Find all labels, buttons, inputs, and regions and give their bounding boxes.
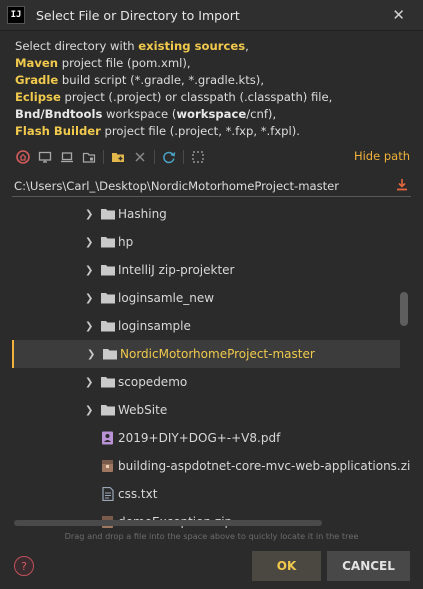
chevron-right-icon[interactable]: ❯: [85, 321, 95, 332]
tree-item-label: 2019+DIY+DOG+-+V8.pdf: [118, 431, 281, 445]
folder-icon: [102, 347, 118, 361]
tree-folder-row[interactable]: ❯ WebSite: [12, 396, 398, 424]
hide-path-link[interactable]: Hide path: [354, 149, 410, 163]
tree-item-label: css.txt: [118, 487, 158, 501]
description-line: Bnd/Bndtools workspace (workspace/cnf),: [15, 106, 415, 123]
description-line: Eclipse project (.project) or classpath …: [15, 89, 415, 106]
refresh-icon[interactable]: [158, 146, 180, 168]
tree-file-row[interactable]: css.txt: [12, 480, 398, 508]
intellij-app-icon: IJ: [7, 6, 25, 24]
folder-icon: [100, 319, 116, 333]
tree-folder-row[interactable]: ❯ Hashing: [12, 200, 398, 228]
tree-item-label: scopedemo: [118, 375, 188, 389]
tree-folder-row[interactable]: ❯ loginsample: [12, 312, 398, 340]
description-text: Select directory with: [15, 39, 139, 53]
cancel-button[interactable]: CANCEL: [327, 551, 410, 581]
folder-icon: [100, 403, 116, 417]
chevron-right-icon[interactable]: ❯: [85, 237, 95, 248]
folder-icon: [100, 263, 116, 277]
home-icon[interactable]: [12, 146, 34, 168]
description: Select directory with existing sources, M…: [15, 38, 415, 140]
pdf-file-icon: [100, 431, 116, 445]
chevron-right-icon[interactable]: ❯: [85, 265, 95, 276]
chevron-right-icon[interactable]: ❯: [85, 377, 95, 388]
project-icon[interactable]: [56, 146, 78, 168]
txt-file-icon: [100, 486, 116, 502]
description-text: existing sources: [138, 39, 246, 53]
description-text: Bnd/Bndtools: [15, 107, 103, 121]
description-text: /cnf),: [246, 107, 277, 121]
module-icon[interactable]: [78, 146, 100, 168]
toolbar-separator: [103, 150, 104, 164]
tree-folder-row[interactable]: ❯ NordicMotorhomeProject-master: [12, 340, 400, 368]
title-bar: IJ Select File or Directory to Import ✕: [0, 0, 423, 31]
toolbar-separator: [183, 150, 184, 164]
tree-item-label: loginsamle_new: [118, 291, 215, 305]
description-text: ,: [245, 39, 249, 53]
download-icon[interactable]: [395, 177, 409, 196]
new-folder-icon[interactable]: [107, 146, 129, 168]
show-hidden-icon[interactable]: [187, 146, 209, 168]
chevron-right-icon[interactable]: ❯: [85, 293, 95, 304]
description-text: workspace: [176, 107, 247, 121]
delete-icon[interactable]: [129, 146, 151, 168]
toolbar: Hide path: [0, 146, 423, 168]
chevron-right-icon[interactable]: ❯: [85, 209, 95, 220]
drag-drop-hint: Drag and drop a file into the space abov…: [64, 531, 359, 541]
description-text: Maven: [15, 56, 59, 70]
horizontal-scrollbar[interactable]: [14, 520, 322, 526]
help-icon[interactable]: ?: [14, 556, 34, 576]
ok-button[interactable]: OK: [252, 551, 321, 581]
description-text: workspace (: [102, 107, 177, 121]
tree-folder-row[interactable]: ❯ IntelliJ zip-projekter: [12, 256, 398, 284]
tree-item-label: IntelliJ zip-projekter: [118, 263, 235, 277]
description-text: project file (.project, *.fxp, *.fxpl).: [100, 124, 300, 138]
description-line: Select directory with existing sources,: [15, 38, 415, 55]
window-title: Select File or Directory to Import: [36, 7, 240, 23]
file-tree[interactable]: ❯ Hashing ❯ hp ❯ IntelliJ zip-projekter ❯ login…: [12, 200, 411, 528]
tree-item-label: Hashing: [118, 207, 167, 221]
description-text: Eclipse: [15, 90, 61, 104]
vertical-scrollbar[interactable]: [400, 292, 408, 326]
description-text: Gradle: [15, 73, 59, 87]
toolbar-separator: [154, 150, 155, 164]
tree-item-label: building-aspdotnet-core-mvc-web-applicat…: [118, 459, 411, 473]
description-line: Gradle build script (*.gradle, *.gradle.…: [15, 72, 415, 89]
folder-icon: [100, 235, 116, 249]
desktop-icon[interactable]: [34, 146, 56, 168]
folder-icon: [100, 207, 116, 221]
path-field: [12, 176, 411, 197]
tree-item-label: WebSite: [118, 403, 168, 417]
tree-file-row[interactable]: building-aspdotnet-core-mvc-web-applicat…: [12, 452, 411, 480]
description-text: project file (pom.xml),: [58, 56, 191, 70]
tree-item-label: loginsample: [118, 319, 191, 333]
description-text: project (.project) or classpath (.classp…: [60, 90, 333, 104]
description-line: Flash Builder project file (.project, *.…: [15, 123, 415, 140]
tree-item-label: hp: [118, 235, 134, 249]
description-text: build script (*.gradle, *.gradle.kts),: [58, 73, 265, 87]
tree-folder-row[interactable]: ❯ scopedemo: [12, 368, 398, 396]
chevron-right-icon[interactable]: ❯: [85, 405, 95, 416]
description-text: Flash Builder: [15, 124, 101, 138]
tree-folder-row[interactable]: ❯ loginsamle_new: [12, 284, 398, 312]
tree-item-label: NordicMotorhomeProject-master: [120, 347, 315, 361]
tree-folder-row[interactable]: ❯ hp: [12, 228, 398, 256]
folder-icon: [100, 375, 116, 389]
description-line: Maven project file (pom.xml),: [15, 55, 415, 72]
close-icon[interactable]: ✕: [392, 6, 405, 24]
path-input[interactable]: [14, 177, 384, 194]
folder-icon: [100, 291, 116, 305]
chevron-right-icon[interactable]: ❯: [87, 349, 97, 360]
tree-file-row[interactable]: 2019+DIY+DOG+-+V8.pdf: [12, 424, 398, 452]
zip-file-icon: [100, 459, 116, 473]
